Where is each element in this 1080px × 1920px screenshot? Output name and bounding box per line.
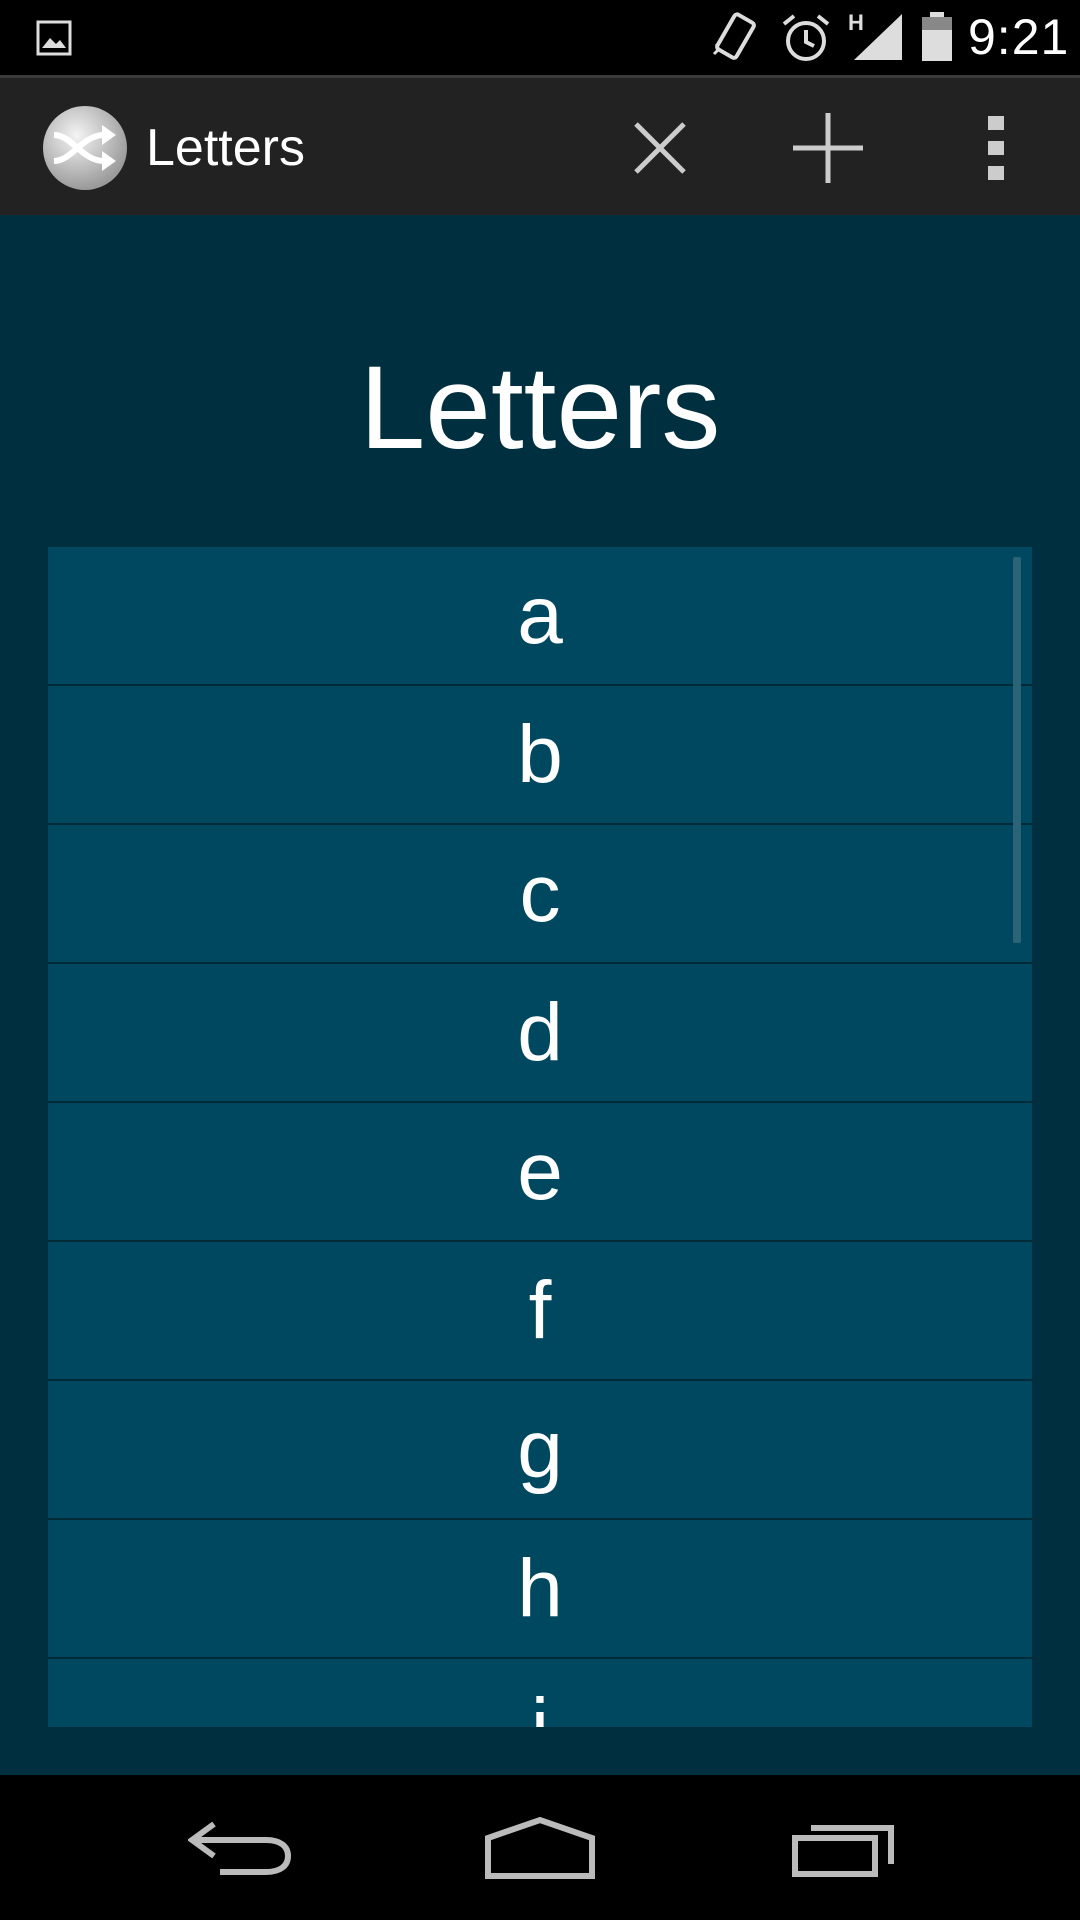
overflow-menu-icon[interactable] (946, 98, 1046, 198)
list-item[interactable]: e (48, 1103, 1032, 1242)
close-icon[interactable] (610, 98, 710, 198)
list-item[interactable]: a (48, 547, 1032, 686)
signal-icon: H (848, 10, 906, 66)
network-type-label: H (848, 10, 864, 35)
back-icon[interactable] (170, 1793, 310, 1903)
action-bar: Letters (0, 75, 1080, 215)
list-item[interactable]: c (48, 825, 1032, 964)
clock: 9:21 (968, 9, 1070, 65)
status-bar: H 9:21 (0, 0, 1080, 75)
scrollbar[interactable] (1013, 557, 1021, 943)
vibrate-icon (710, 10, 760, 68)
gallery-icon (36, 20, 72, 60)
list-item[interactable]: d (48, 964, 1032, 1103)
battery-icon (920, 12, 954, 66)
action-bar-title: Letters (146, 119, 305, 177)
list-item[interactable]: f (48, 1242, 1032, 1381)
list-item[interactable]: g (48, 1381, 1032, 1520)
main-content: Letters a b c d e f g h i (0, 215, 1080, 1775)
list-item[interactable]: i (48, 1659, 1032, 1728)
recents-icon[interactable] (773, 1793, 913, 1903)
list-item[interactable]: h (48, 1520, 1032, 1659)
page-title: Letters (359, 342, 721, 474)
letters-list[interactable]: a b c d e f g h i (48, 547, 1032, 1727)
add-icon[interactable] (778, 98, 878, 198)
navigation-bar (0, 1775, 1080, 1920)
list-item[interactable]: b (48, 686, 1032, 825)
app-logo-icon[interactable] (42, 105, 128, 191)
alarm-icon (780, 12, 832, 68)
home-icon[interactable] (470, 1793, 610, 1903)
